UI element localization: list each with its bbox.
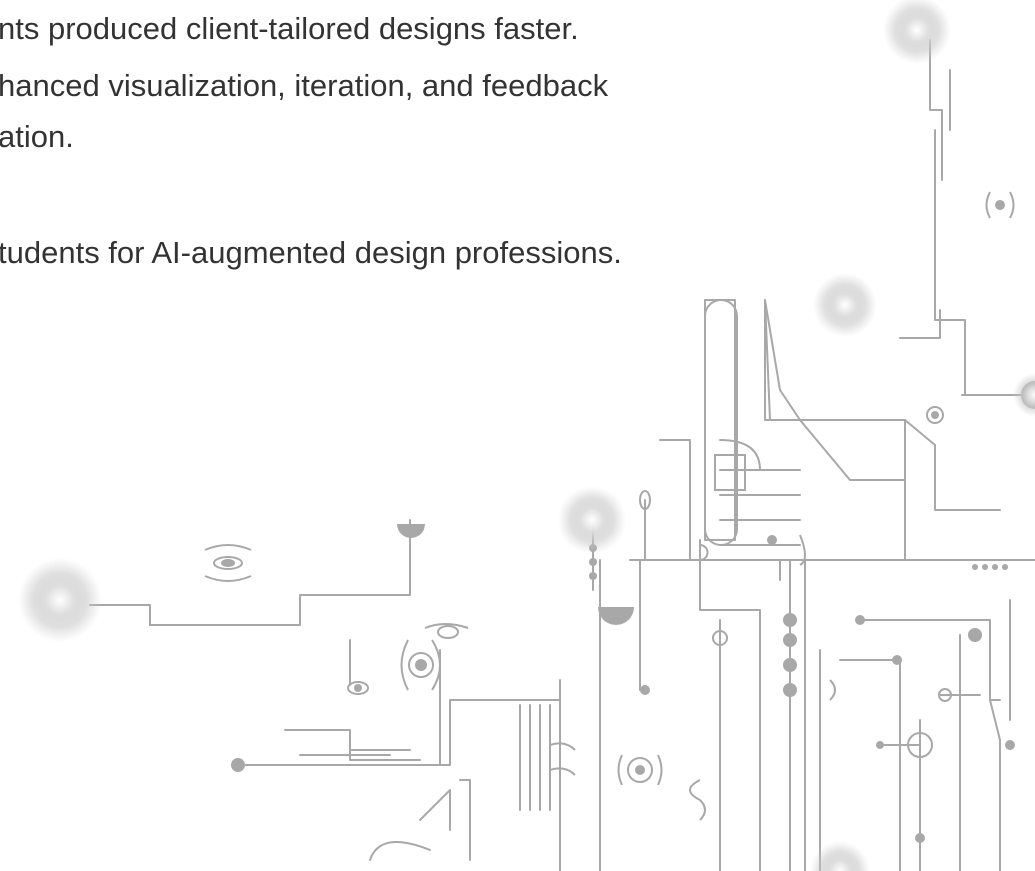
- text-line-1: nts produced client-tailored designs fas…: [0, 11, 579, 46]
- text-line-3: ation.: [0, 119, 74, 154]
- text-line-2: hanced visualization, iteration, and fee…: [0, 68, 609, 103]
- slide: nts produced client-tailored designs fas…: [0, 0, 1035, 871]
- bullet-text-block: nts produced client-tailored designs fas…: [0, 0, 1035, 400]
- text-line-4: tudents for AI-augmented design professi…: [0, 235, 622, 270]
